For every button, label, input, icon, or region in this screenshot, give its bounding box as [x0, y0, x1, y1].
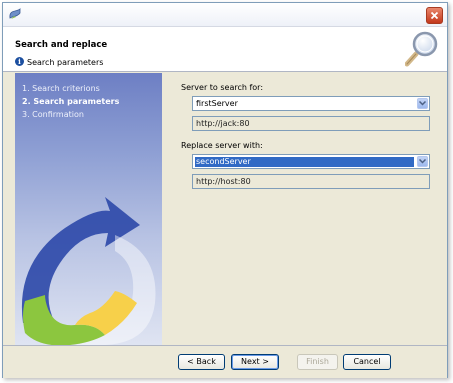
steps-sidebar: 1. Search criterions 2. Search parameter… [15, 73, 162, 345]
close-icon [430, 11, 439, 20]
search-server-select[interactable]: firstServer [192, 96, 430, 111]
step-search-parameters: 2. Search parameters [22, 97, 120, 106]
button-bar: < Back Next > Finish Cancel [3, 345, 447, 378]
chevron-down-icon[interactable] [417, 98, 428, 109]
chevron-down-icon[interactable] [417, 156, 428, 167]
page-title: Search and replace [15, 40, 108, 50]
parameters-panel: Server to search for: firstServer http:/… [162, 73, 447, 345]
finish-button[interactable]: Finish [297, 354, 338, 370]
back-button[interactable]: < Back [178, 354, 225, 370]
replace-server-address: http://host:80 [192, 174, 430, 189]
page-subtitle: Search parameters [27, 58, 104, 67]
search-server-address-value: http://jack:80 [196, 119, 250, 128]
next-button[interactable]: Next > [231, 354, 279, 370]
step-confirmation: 3. Confirmation [22, 110, 84, 119]
replace-server-address-value: http://host:80 [196, 177, 251, 186]
close-button[interactable] [426, 7, 443, 24]
search-server-address: http://jack:80 [192, 116, 430, 131]
cancel-button[interactable]: Cancel [343, 354, 391, 370]
info-icon: i [15, 57, 24, 66]
search-server-label: Server to search for: [181, 83, 264, 92]
search-server-value: firstServer [196, 99, 238, 108]
wizard-header: Search and replace i Search parameters [3, 27, 447, 72]
replace-server-select[interactable]: secondServer [192, 154, 430, 169]
replace-server-value: secondServer [195, 157, 414, 167]
title-bar[interactable] [3, 3, 447, 27]
replace-server-label: Replace server with: [181, 141, 263, 150]
magnifier-icon [405, 31, 438, 67]
app-icon [9, 8, 21, 19]
wizard-window: Search and replace i Search parameters 1… [2, 2, 448, 378]
wizard-logo [21, 197, 156, 345]
step-search-criterions: 1. Search criterions [22, 84, 100, 93]
